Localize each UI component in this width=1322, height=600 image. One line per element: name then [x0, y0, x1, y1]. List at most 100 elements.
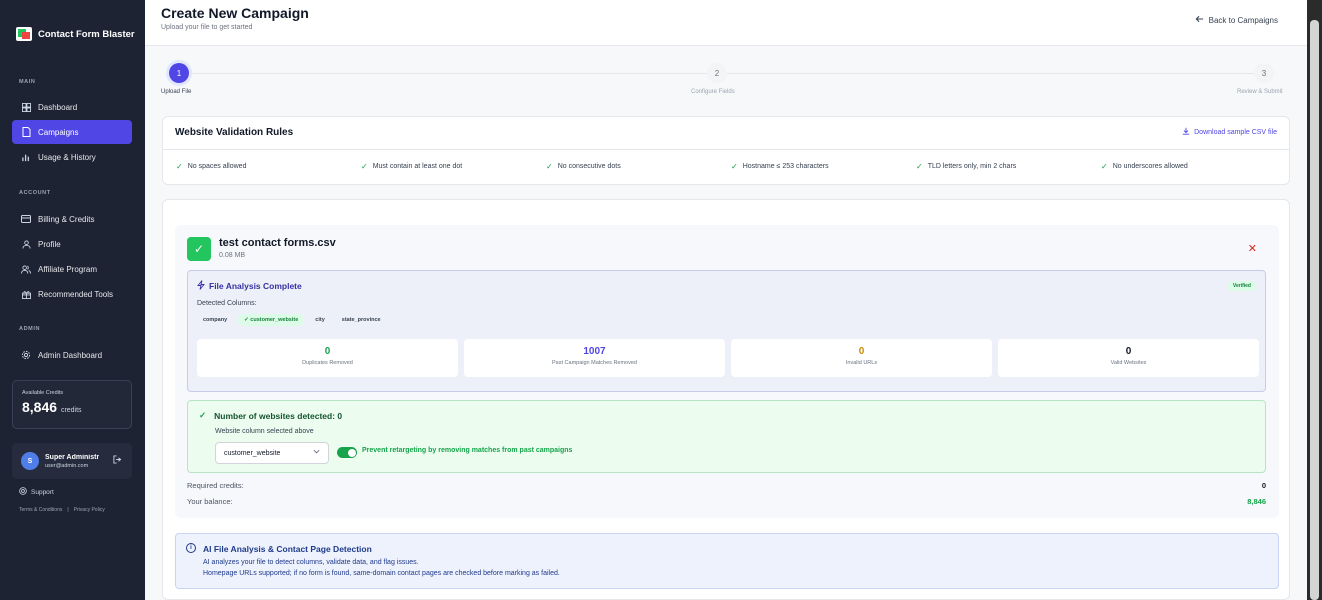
balance-label: Your balance: — [187, 497, 233, 506]
stat-label: Past Campaign Matches Removed — [552, 360, 637, 366]
rule-item: ✓ No spaces allowed — [176, 162, 246, 171]
support-link[interactable]: Support — [19, 487, 54, 497]
rule-item: ✓ Must contain at least one dot — [361, 162, 462, 171]
step-1-indicator: 1 — [169, 63, 189, 83]
credits-unit: credits — [60, 407, 82, 414]
ai-info-line: Homepage URLs supported; if no form is f… — [203, 570, 560, 577]
select-value: customer_website — [224, 449, 281, 457]
credits-label: Available Credits — [22, 390, 64, 396]
sidebar-item-label: Profile — [38, 239, 61, 249]
rule-label: Must contain at least one dot — [372, 163, 463, 170]
rule-item: ✓ No consecutive dots — [546, 162, 621, 171]
user-icon — [21, 239, 31, 249]
sidebar-item-label: Affiliate Program — [38, 264, 97, 274]
sidebar-item-label: Dashboard — [38, 102, 78, 112]
websites-subtitle: Website column selected above — [215, 428, 314, 435]
page-title: Create New Campaign — [161, 5, 309, 21]
section-label-account: ACCOUNT — [19, 190, 51, 196]
legal-links: Terms & Conditions | Privacy Policy — [19, 507, 105, 513]
detected-columns-label: Detected Columns: — [197, 300, 257, 307]
sidebar-item-dashboard[interactable]: Dashboard — [12, 95, 132, 119]
step-3-indicator: 3 — [1254, 63, 1274, 83]
column-chip-selected: ✓ customer_website — [238, 314, 305, 326]
scrollbar-thumb[interactable] — [1310, 20, 1319, 600]
stat-past-matches: 1007 Past Campaign Matches Removed — [464, 339, 725, 377]
sidebar-item-profile[interactable]: Profile — [12, 232, 132, 256]
websites-title: ✓ Number of websites detected: 0 — [199, 410, 342, 421]
validation-rules-card: Website Validation Rules Download sample… — [162, 116, 1290, 185]
analysis-stats: 0 Duplicates Removed 1007 Past Campaign … — [197, 339, 1259, 377]
stat-label: Duplicates Removed — [302, 360, 353, 366]
step-2-indicator: 2 — [707, 63, 727, 83]
divider — [163, 149, 1289, 150]
file-size: 0.08 MB — [219, 252, 246, 259]
sidebar-item-usage-history[interactable]: Usage & History — [12, 145, 132, 169]
stepper: 1 Upload File 2 Configure Fields 3 Revie… — [145, 60, 1307, 100]
bar-chart-icon — [21, 152, 31, 162]
rule-label: No underscores allowed — [1112, 163, 1188, 170]
stat-valid-websites: 0 Valid Websites — [998, 339, 1259, 377]
help-circle-icon — [19, 487, 27, 497]
ai-info-title: AI File Analysis & Contact Page Detectio… — [203, 544, 372, 554]
required-credits-label: Required credits: — [187, 481, 244, 490]
avatar: S — [21, 452, 39, 470]
balance-row: Your balance: 8,846 — [187, 497, 1266, 506]
credits-value: 8,846 credits — [22, 399, 122, 415]
stat-duplicates: 0 Duplicates Removed — [197, 339, 458, 377]
brand-name: Contact Form Blaster — [38, 28, 135, 40]
column-chip: state_province — [341, 317, 381, 323]
download-label: Download sample CSV file — [1194, 128, 1277, 136]
users-icon — [21, 264, 31, 274]
column-chip-label: customer_website — [250, 317, 299, 323]
rule-item: ✓ Hostname ≤ 253 characters — [731, 162, 829, 171]
sidebar-item-recommended-tools[interactable]: Recommended Tools — [12, 282, 132, 306]
prevent-retargeting-toggle[interactable] — [337, 447, 357, 458]
analysis-title: File Analysis Complete — [197, 280, 302, 292]
document-icon — [21, 127, 31, 137]
sidebar-item-label: Campaigns — [38, 127, 79, 137]
stat-value: 0 — [858, 346, 865, 357]
step-1-label: Upload File — [161, 89, 192, 95]
user-email: user@admin.com — [45, 462, 89, 469]
remove-file-icon[interactable]: ✕ — [1248, 242, 1257, 255]
logout-icon[interactable] — [113, 455, 122, 466]
check-icon: ✓ — [1101, 162, 1108, 171]
dashboard-icon — [21, 102, 31, 112]
balance-value: 8,846 — [1247, 497, 1266, 506]
sidebar-item-label: Usage & History — [38, 152, 96, 162]
stat-label: Invalid URLs — [845, 360, 878, 366]
sidebar-item-billing[interactable]: Billing & Credits — [12, 207, 132, 231]
uploaded-file-panel: ✓ test contact forms.csv 0.08 MB ✕ File … — [175, 225, 1279, 518]
info-icon: i — [186, 543, 196, 553]
scrollbar[interactable] — [1307, 0, 1322, 600]
sidebar-item-admin-dashboard[interactable]: Admin Dashboard — [12, 343, 132, 367]
legal-separator: | — [67, 507, 69, 513]
sidebar-item-affiliate[interactable]: Affiliate Program — [12, 257, 132, 281]
chevron-down-icon — [313, 449, 320, 456]
back-label: Back to Campaigns — [1208, 15, 1278, 25]
verified-badge: Verified — [1227, 281, 1256, 291]
rule-label: Hostname ≤ 253 characters — [742, 163, 829, 170]
page-subtitle: Upload your file to get started — [161, 24, 253, 31]
stat-value: 0 — [1125, 346, 1132, 357]
website-column-select[interactable]: customer_website — [215, 442, 329, 464]
sidebar-item-label: Admin Dashboard — [38, 350, 103, 360]
arrow-left-icon — [1195, 15, 1204, 25]
download-icon — [1182, 127, 1190, 137]
rules-title: Website Validation Rules — [175, 127, 294, 138]
download-sample-csv-link[interactable]: Download sample CSV file — [1182, 127, 1277, 137]
back-to-campaigns-button[interactable]: Back to Campaigns — [1195, 15, 1278, 25]
user-card[interactable]: S Super Administrator user@admin.com — [12, 443, 132, 479]
credit-card-icon — [21, 214, 31, 224]
file-analysis-panel: File Analysis Complete Verified Detected… — [187, 270, 1266, 392]
privacy-link[interactable]: Privacy Policy — [74, 507, 105, 513]
detected-columns: company ✓ customer_website city state_pr… — [197, 314, 387, 326]
brand[interactable]: Contact Form Blaster — [16, 27, 135, 41]
lightning-icon — [197, 280, 205, 292]
sidebar-item-campaigns[interactable]: Campaigns — [12, 120, 132, 144]
toggle-label: Prevent retargeting by removing matches … — [362, 447, 573, 454]
websites-detected-panel: ✓ Number of websites detected: 0 Website… — [187, 400, 1266, 473]
terms-link[interactable]: Terms & Conditions — [19, 507, 62, 513]
websites-title-text: Number of websites detected: 0 — [214, 410, 343, 421]
check-icon: ✓ — [546, 162, 553, 171]
